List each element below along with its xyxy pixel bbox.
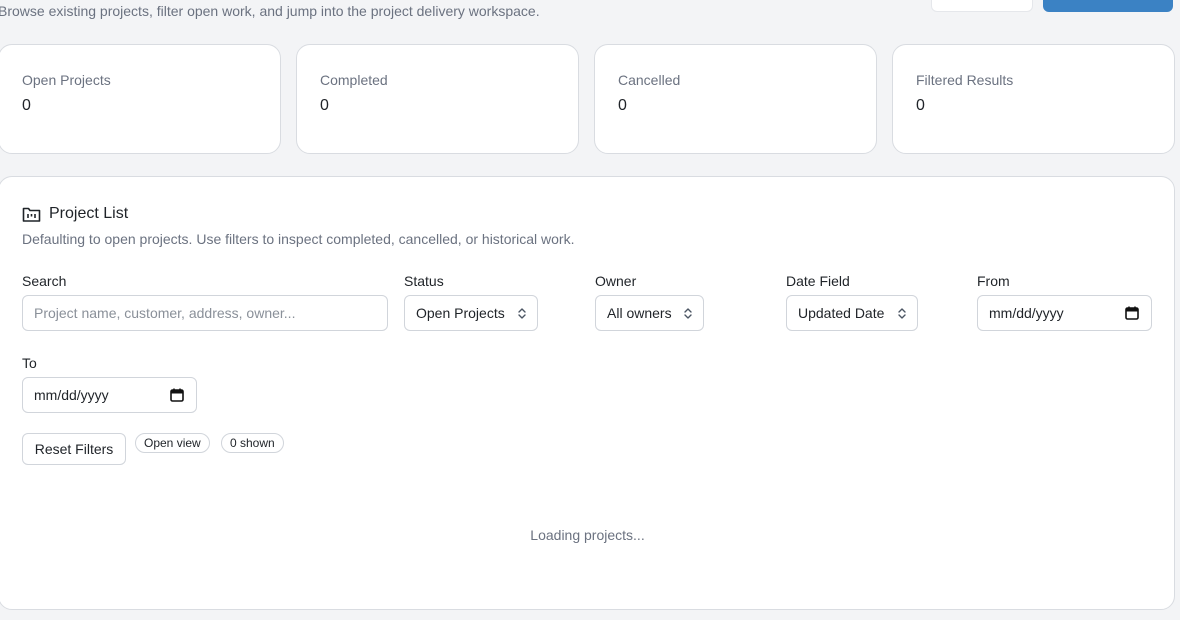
date-field-select[interactable]: Updated Date: [786, 295, 918, 331]
to-date-value: mm/dd/yyyy: [34, 387, 109, 403]
project-list-panel: Project List Defaulting to open projects…: [0, 176, 1175, 610]
calendar-icon[interactable]: [170, 388, 184, 405]
page: Browse existing projects, filter open wo…: [0, 0, 1180, 620]
to-date-input[interactable]: mm/dd/yyyy: [22, 377, 197, 413]
stats-row: Open Projects 0 Completed 0 Cancelled 0 …: [0, 44, 1180, 154]
folder-icon: [22, 206, 41, 223]
date-field-label: Date Field: [786, 273, 850, 289]
stat-label: Completed: [320, 72, 388, 88]
chevron-up-down-icon: [683, 307, 693, 323]
view-badge: Open view: [135, 433, 210, 453]
stat-label: Cancelled: [618, 72, 681, 88]
stat-value: 0: [916, 97, 925, 114]
shown-count-badge: 0 shown: [221, 433, 284, 453]
owner-select[interactable]: All owners: [595, 295, 704, 331]
owner-value: All owners: [607, 305, 672, 321]
stat-card-open-projects: Open Projects 0: [0, 44, 281, 154]
stat-value: 0: [618, 97, 627, 114]
from-date-input[interactable]: mm/dd/yyyy: [977, 295, 1152, 331]
panel-description: Defaulting to open projects. Use filters…: [22, 231, 575, 247]
to-label: To: [22, 355, 37, 371]
search-placeholder: Project name, customer, address, owner..…: [34, 305, 296, 321]
stat-card-filtered-results: Filtered Results 0: [892, 44, 1175, 154]
stat-card-completed: Completed 0: [296, 44, 579, 154]
from-date-value: mm/dd/yyyy: [989, 305, 1064, 321]
stat-label: Open Projects: [22, 72, 111, 88]
panel-title: Project List: [49, 205, 129, 222]
loading-status: Loading projects...: [530, 527, 645, 543]
date-field-value: Updated Date: [798, 305, 885, 321]
search-label: Search: [22, 273, 67, 289]
search-input[interactable]: Project name, customer, address, owner..…: [22, 295, 388, 331]
status-label: Status: [404, 273, 444, 289]
page-subtitle: Browse existing projects, filter open wo…: [0, 3, 540, 19]
stat-label: Filtered Results: [916, 72, 1014, 88]
status-select[interactable]: Open Projects: [404, 295, 538, 331]
chevron-up-down-icon: [517, 307, 527, 323]
stat-card-cancelled: Cancelled 0: [594, 44, 877, 154]
panel-header: Project List: [22, 203, 128, 225]
reset-filters-button[interactable]: Reset Filters: [22, 433, 126, 465]
header-secondary-button[interactable]: [931, 0, 1033, 12]
calendar-icon[interactable]: [1125, 306, 1139, 323]
header-primary-button[interactable]: [1043, 0, 1173, 12]
chevron-up-down-icon: [897, 307, 907, 323]
stat-value: 0: [320, 97, 329, 114]
status-value: Open Projects: [416, 305, 505, 321]
owner-label: Owner: [595, 273, 637, 289]
stat-value: 0: [22, 97, 31, 114]
from-label: From: [977, 273, 1010, 289]
